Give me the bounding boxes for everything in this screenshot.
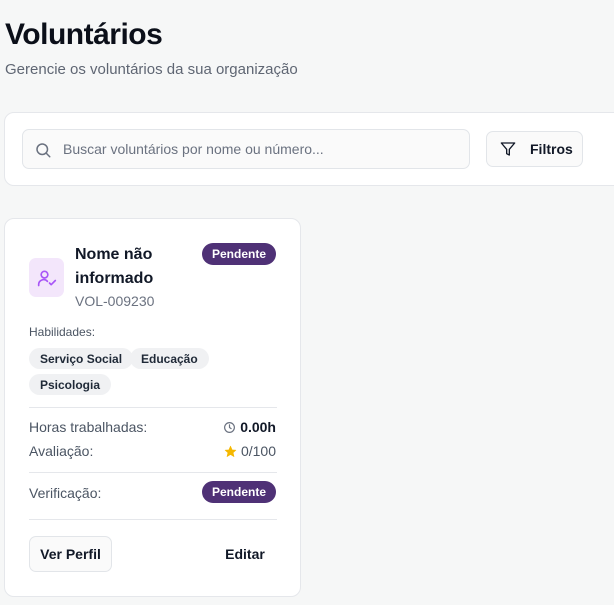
hours-value: 0.00h xyxy=(240,419,276,435)
rating-value: 0/100 xyxy=(240,443,276,459)
volunteer-name: Nome não informado xyxy=(75,246,154,287)
star-icon xyxy=(224,445,237,457)
filters-button-label: Filtros xyxy=(530,141,573,157)
page-subtitle: Gerencie os voluntários da sua organizaç… xyxy=(5,61,298,78)
search-box[interactable] xyxy=(22,129,470,169)
avatar xyxy=(29,258,64,297)
verification-label: Verificação: xyxy=(29,485,102,501)
view-profile-button[interactable]: Ver Perfil xyxy=(29,536,112,572)
page-title: Voluntários xyxy=(5,18,163,51)
search-input[interactable] xyxy=(63,130,463,168)
search-icon xyxy=(36,143,51,158)
divider xyxy=(29,407,277,408)
divider xyxy=(29,472,277,473)
skills-label: Habilidades: xyxy=(29,325,96,339)
filter-icon xyxy=(500,142,516,156)
status-badge: Pendente xyxy=(202,243,276,265)
rating-value-group: 0/100 xyxy=(224,443,276,459)
clock-icon xyxy=(224,421,236,433)
filter-bar: Filtros xyxy=(4,112,614,186)
volunteer-id: VOL-009230 xyxy=(75,293,155,309)
user-check-icon xyxy=(37,270,56,286)
hours-label: Horas trabalhadas: xyxy=(29,419,148,435)
divider xyxy=(29,519,277,520)
skill-tag: Psicologia xyxy=(29,374,112,395)
volunteer-card: Nome não informado VOL-009230 Pendente H… xyxy=(4,218,301,597)
skill-tag: Educação xyxy=(130,348,209,369)
skill-tag: Serviço Social xyxy=(29,348,134,369)
filters-button[interactable]: Filtros xyxy=(486,131,583,167)
edit-button[interactable]: Editar xyxy=(217,536,273,572)
rating-label: Avaliação: xyxy=(29,443,94,459)
verification-badge: Pendente xyxy=(202,481,276,503)
hours-value-group: 0.00h xyxy=(223,419,276,435)
